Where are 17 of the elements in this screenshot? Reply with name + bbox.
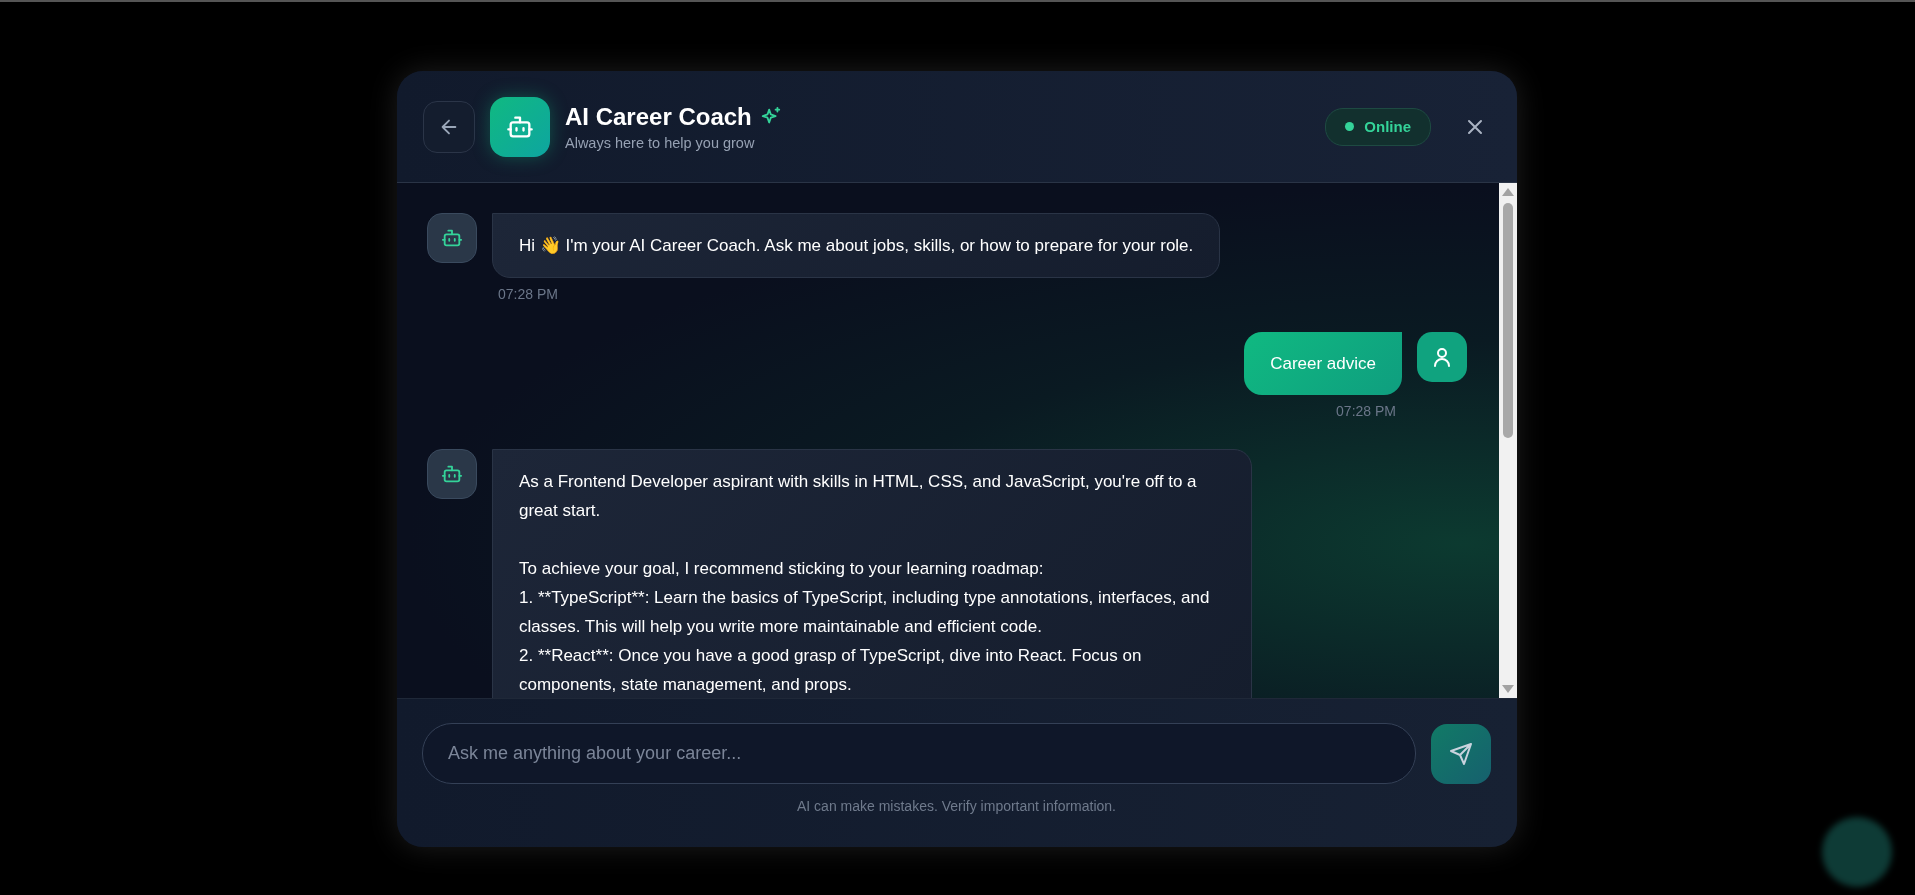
message-time: 07:28 PM [1335,403,1397,419]
disclaimer-text: AI can make mistakes. Verify important information. [797,798,1116,814]
robot-icon [441,463,463,485]
back-button[interactable] [423,100,475,153]
chat-subtitle: Always here to help you grow [565,134,756,151]
floating-button[interactable] [1822,817,1892,887]
message-bubble: Hi 👋 I'm your AI Career Coach. Ask me about jobs, skills, or how to prepare for your role. [492,213,1221,278]
send-button[interactable] [1431,723,1491,784]
status-badge: Online [1325,107,1431,146]
scrollbar[interactable] [1499,183,1517,698]
message-input-field[interactable]: Ask me anything about your career... [422,723,1416,784]
send-icon [1449,741,1473,766]
message-time: 07:28 PM [497,286,559,302]
robot-icon [441,227,463,249]
message-bubble: As a Frontend Developer aspirant with skills in HTML, CSS, and JavaScript, you're off to a great start. To achieve your goal, I recommend sticking to your learning roadmap: 1. **TypeScript**: Learn the basics of TypeScript, including type annotations, interfaces, and classes. This will help you write more maintainable and efficient code. 2. **React**: Once you have a good grasp of TypeScript, dive into React. Focus on components, state management, and props. [492,449,1252,698]
chat-title: AI Career Coach [565,102,752,131]
message-bubble: Career advice [1244,332,1402,395]
